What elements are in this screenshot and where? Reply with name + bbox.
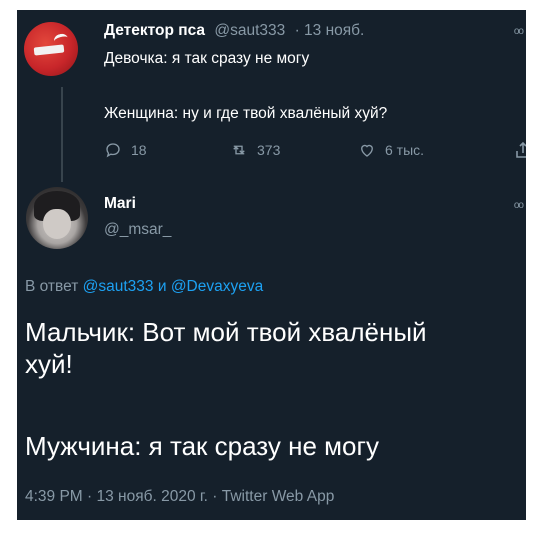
reply-author-avatar[interactable] [26,187,88,249]
reply-author-name[interactable]: Mari [104,195,136,213]
reply-and-word: и [157,278,167,295]
reply-body-line-1: Мальчик: Вот мой твой хвалёный [25,317,427,347]
parent-tweet-line-1: Девочка: я так сразу не могу [104,50,310,67]
parent-action-bar: 18 373 6 тыс. [104,141,504,161]
parent-tweet-line-2: Женщина: ну и где твой хвалёный хуй? [104,105,388,122]
replying-to: В ответ @saut333 и @Devaxyeva [25,278,263,296]
reply-more-options-icon[interactable]: oo [514,200,524,211]
share-icon[interactable] [516,141,526,159]
retweet-icon [233,145,245,155]
reply-count: 18 [131,142,147,158]
tweet-card: Детектор пса @saut333 · 13 нояб. oo Дево… [17,10,526,520]
reply-body-line-3: Мужчина: я так сразу не могу [25,431,379,461]
parent-timestamp[interactable]: · 13 нояб. [295,22,365,39]
reply-icon [106,143,120,158]
reply-button[interactable]: 18 [104,141,147,159]
reply-user-link-2[interactable]: @Devaxyeva [171,278,263,295]
more-options-icon[interactable]: oo [514,26,524,37]
like-button[interactable]: 6 тыс. [358,141,424,159]
reply-body-line-2: хуй! [25,349,73,379]
parent-header: Детектор пса @saut333 · 13 нояб. [104,22,364,40]
tweet-timestamp-source[interactable]: 4:39 PM · 13 нояб. 2020 г. · Twitter Web… [25,488,334,506]
parent-author-handle[interactable]: @saut333 [214,22,285,39]
reply-prefix: В ответ [25,278,79,295]
reply-author-handle[interactable]: @_msar_ [104,221,171,239]
like-count: 6 тыс. [385,142,425,158]
retweet-button[interactable]: 373 [230,141,280,159]
thread-line [61,87,63,182]
like-icon [361,144,373,157]
parent-avatar[interactable] [24,22,78,76]
parent-author-name[interactable]: Детектор пса [104,22,205,39]
retweet-count: 373 [257,142,281,158]
reply-user-link-1[interactable]: @saut333 [83,278,154,295]
